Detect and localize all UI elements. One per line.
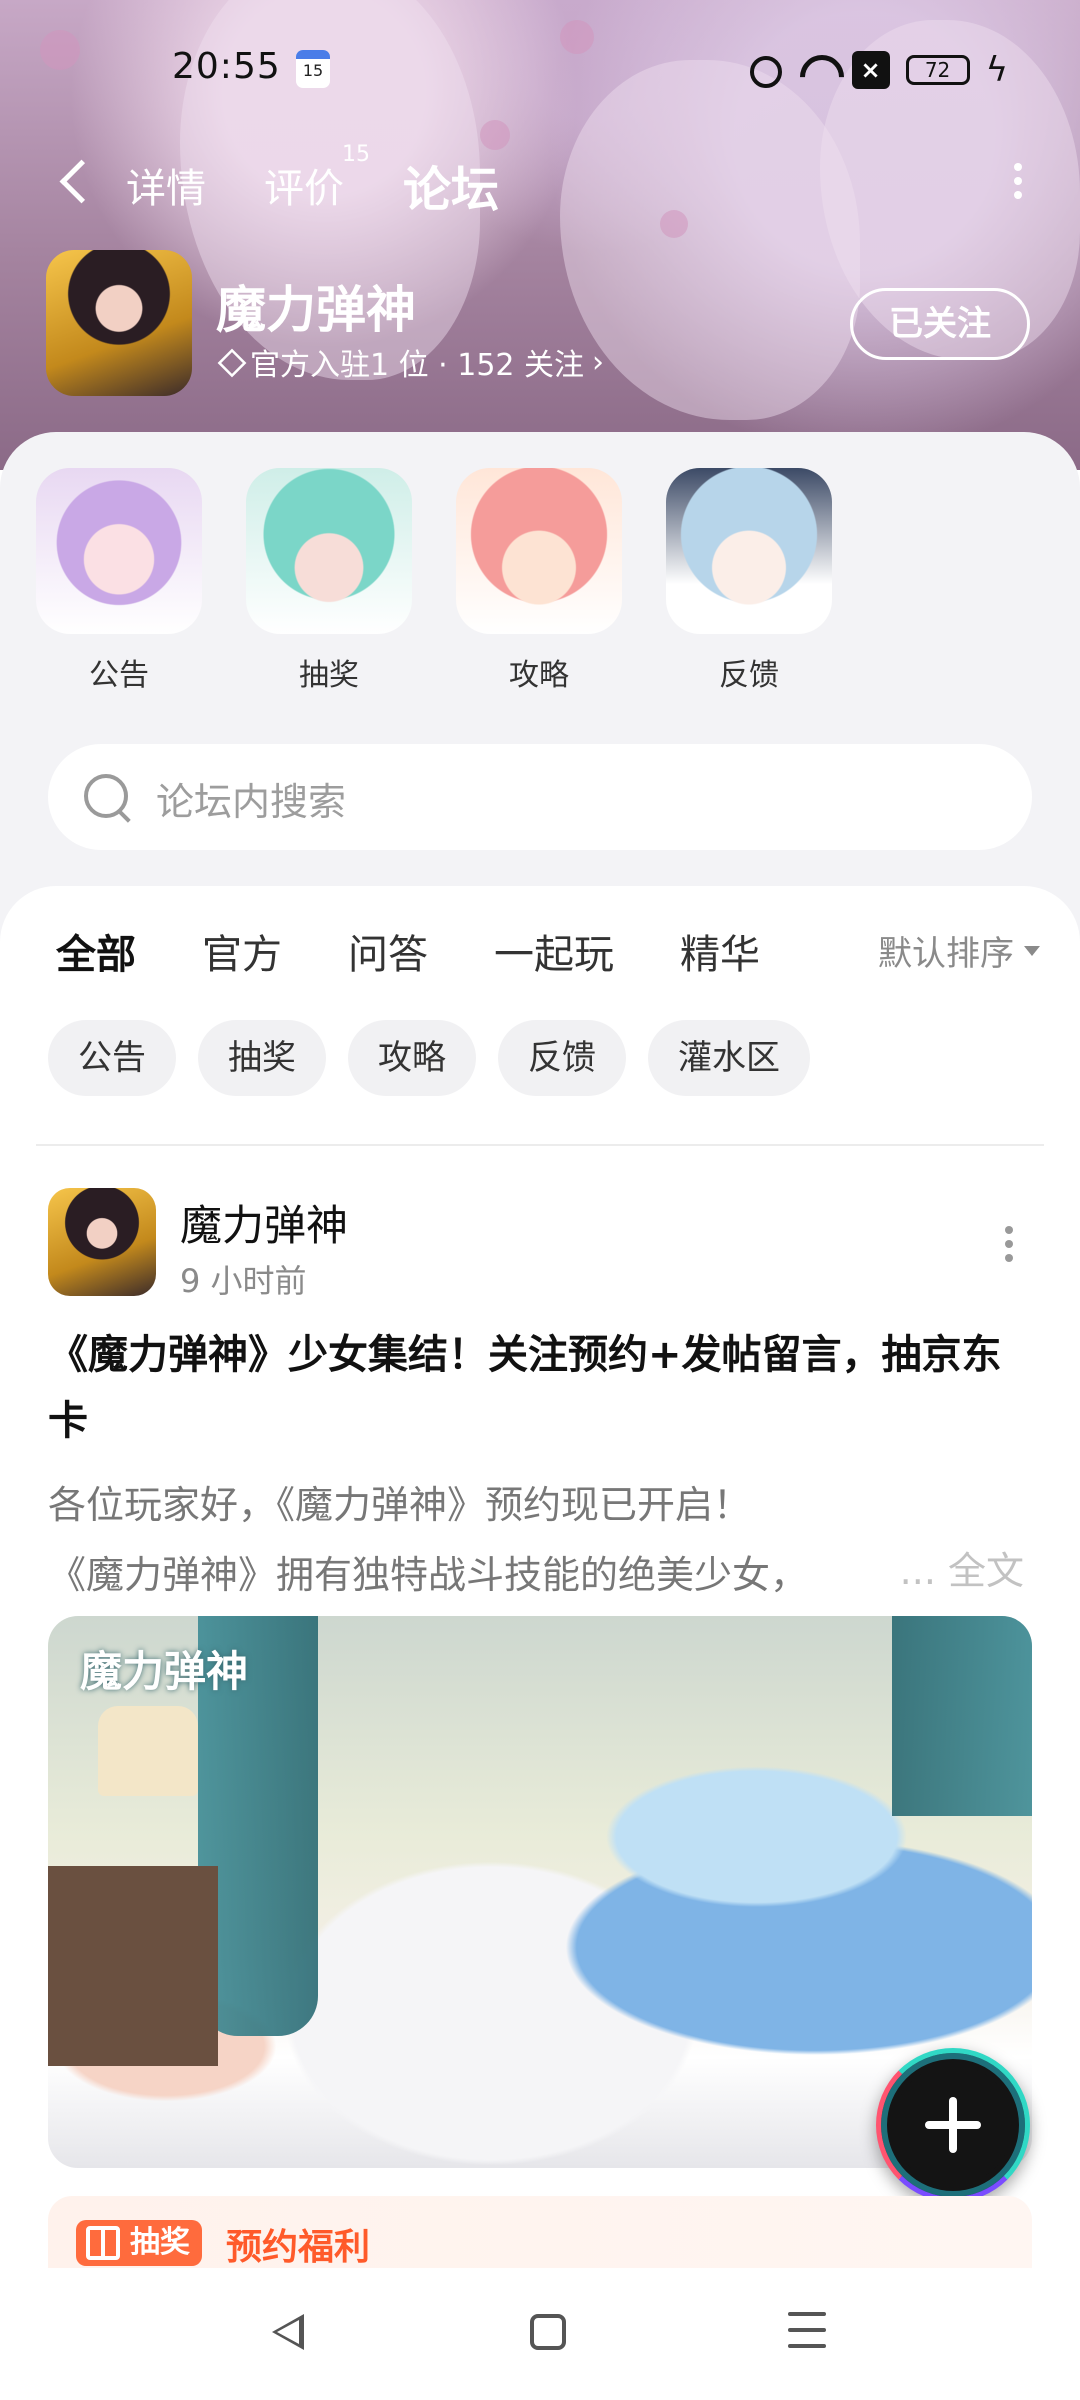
quick-entries: 公告 抽奖 攻略 反馈 xyxy=(36,468,832,694)
feed-tabs: 全部官方问答一起玩精华视 xyxy=(56,922,856,982)
no-signal-icon: × xyxy=(851,51,890,89)
tab-details[interactable]: 详情 xyxy=(126,156,206,214)
quick-entry-announcement[interactable]: 公告 xyxy=(36,468,202,694)
tab-forum[interactable]: 论坛 xyxy=(403,150,499,220)
sort-label: 默认排序 xyxy=(878,934,1014,974)
more-icon[interactable] xyxy=(1012,158,1024,208)
search-placeholder: 论坛内搜索 xyxy=(156,780,347,824)
quick-entry-label: 反馈 xyxy=(719,658,779,693)
feed-tab-official[interactable]: 官方 xyxy=(202,922,282,980)
nav-back-icon[interactable] xyxy=(272,2312,312,2352)
post-more-icon[interactable] xyxy=(1004,1226,1014,1266)
post-author[interactable]: 魔力弹神 xyxy=(180,1192,348,1253)
quick-entry-label: 公告 xyxy=(89,658,149,693)
image-detail xyxy=(98,1706,198,1796)
feed-tab-featured[interactable]: 精华 xyxy=(680,922,760,980)
announcement-image xyxy=(36,468,202,634)
feed-tab-qa[interactable]: 问答 xyxy=(348,922,428,980)
charging-icon: ϟ xyxy=(985,50,1008,90)
post-image[interactable]: 魔力弹神 xyxy=(48,1616,1032,2168)
quick-entry-label: 抽奖 xyxy=(299,658,359,693)
promo-text: 预约福利 xyxy=(226,2227,371,2268)
calendar-icon: 15 xyxy=(296,50,330,88)
quick-entry-feedback[interactable]: 反馈 xyxy=(666,468,832,694)
search-input[interactable]: 论坛内搜索 xyxy=(48,744,1032,850)
tab-reviews[interactable]: 评价 xyxy=(264,156,344,214)
gift-icon xyxy=(86,2226,120,2260)
wifi-icon xyxy=(798,51,836,89)
read-more-link[interactable]: ... 全文 xyxy=(869,1540,1024,1595)
post-time: 9 小时前 xyxy=(180,1262,307,1300)
image-detail xyxy=(892,1616,1032,1816)
sort-dropdown[interactable]: 默认排序 xyxy=(878,926,1040,975)
feed-tab-play-together[interactable]: 一起玩 xyxy=(494,922,614,980)
game-icon[interactable] xyxy=(46,250,192,396)
lottery-image xyxy=(246,468,412,634)
chip-lottery[interactable]: 抽奖 xyxy=(198,1020,326,1096)
image-detail xyxy=(48,1866,218,2066)
divider xyxy=(36,1144,1044,1146)
chevron-right-icon: › xyxy=(592,344,605,380)
follow-button[interactable]: 已关注 xyxy=(850,288,1030,360)
alarm-icon xyxy=(749,56,782,88)
search-icon xyxy=(80,770,134,824)
feed-panel: 全部官方问答一起玩精华视 默认排序 公告 抽奖 攻略 反馈 灌水区 魔力弹神 9… xyxy=(0,886,1080,2400)
back-icon[interactable] xyxy=(56,158,96,208)
image-watermark: 魔力弹神 xyxy=(80,1647,249,1696)
tabs-fade xyxy=(760,916,870,986)
reviews-count-badge: 15 xyxy=(342,142,370,167)
caret-down-icon xyxy=(1024,945,1040,956)
promo-banner[interactable]: 抽奖 预约福利 xyxy=(48,2196,1032,2276)
feed-tab-all[interactable]: 全部 xyxy=(56,922,136,980)
quick-entry-guide[interactable]: 攻略 xyxy=(456,468,622,694)
excerpt-line: 各位玩家好，《魔力弹神》预约现已开启！ xyxy=(48,1483,752,1527)
chip-announcement[interactable]: 公告 xyxy=(48,1020,176,1096)
nav-home-icon[interactable] xyxy=(530,2314,566,2350)
diamond-icon xyxy=(216,351,242,373)
chip-chat[interactable]: 灌水区 xyxy=(648,1020,810,1096)
promo-tag: 抽奖 xyxy=(76,2220,202,2266)
new-post-button[interactable] xyxy=(876,2048,1030,2202)
nav-menu-icon[interactable] xyxy=(788,2312,826,2352)
post-title[interactable]: 《魔力弹神》少女集结！关注预约+发帖留言，抽京东卡 xyxy=(48,1322,1028,1454)
feedback-image xyxy=(666,468,832,634)
promo-tag-label: 抽奖 xyxy=(130,2225,190,2260)
guide-image xyxy=(456,468,622,634)
top-nav: 详情 评价 论坛 xyxy=(0,148,1080,218)
chip-guide[interactable]: 攻略 xyxy=(348,1020,476,1096)
category-chips: 公告 抽奖 攻略 反馈 灌水区 xyxy=(48,1020,810,1096)
status-bar: 20:55 15 × 72 ϟ xyxy=(0,40,1080,100)
quick-entry-label: 攻略 xyxy=(509,658,569,693)
quick-entry-lottery[interactable]: 抽奖 xyxy=(246,468,412,694)
chip-feedback[interactable]: 反馈 xyxy=(498,1020,626,1096)
avatar[interactable] xyxy=(48,1188,156,1296)
battery-icon: 72 xyxy=(905,55,970,85)
system-nav-bar xyxy=(0,2268,1080,2400)
game-meta[interactable]: 官方入驻1 位 · 152 关注 › xyxy=(216,340,604,384)
game-name: 魔力弹神 xyxy=(216,281,416,339)
game-meta-text: 官方入驻1 位 · 152 关注 xyxy=(250,348,585,383)
clock: 20:55 xyxy=(172,46,281,87)
